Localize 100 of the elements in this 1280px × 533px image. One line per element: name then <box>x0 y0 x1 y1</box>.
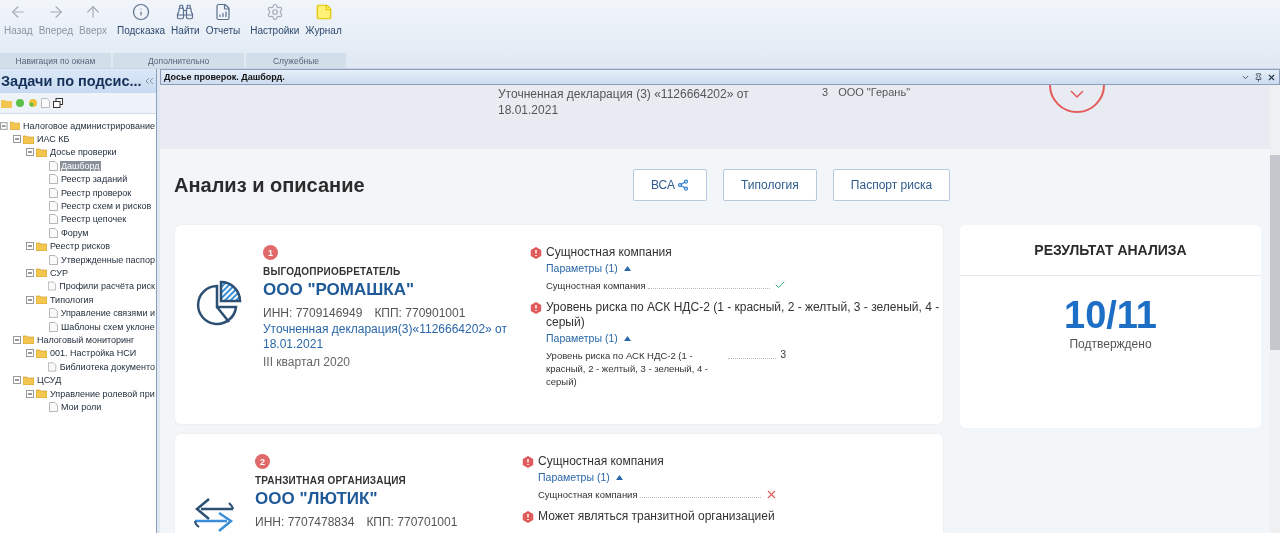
caret-icon <box>623 335 631 341</box>
close-icon[interactable] <box>1267 72 1276 82</box>
toolbar-group-label: Навигация по окнам <box>0 53 111 68</box>
tree-item[interactable]: Досье проверки <box>49 147 118 158</box>
declaration-link[interactable]: Уточненная декларация(3)«1126664202» от 18.01.2021 <box>263 322 530 352</box>
company-name: ООО "Герань" <box>838 86 911 98</box>
tree-item[interactable]: Типология <box>49 294 95 305</box>
criterion-title: Уровень риска по АСК НДС-2 (1 - красный, 2 - желтый, 3 - зеленый, 4 - серый) <box>546 300 940 330</box>
entity-role: ВЫГОДОПРИОБРЕТАТЕЛЬ <box>263 266 402 277</box>
folder-icon <box>23 375 34 385</box>
tree-item[interactable]: СУР <box>49 268 69 278</box>
caret-icon <box>623 265 631 271</box>
folder-icon <box>36 241 47 251</box>
kpp-text: КПП: 770701001 <box>366 515 458 529</box>
inn-text: ИНН: 7709146949 <box>263 306 363 320</box>
tree-item[interactable]: Шаблоны схем уклоне <box>60 321 156 332</box>
collapse-icon[interactable] <box>13 376 21 385</box>
folder-icon[interactable] <box>1 98 12 108</box>
page-icon <box>48 281 57 292</box>
tree-item[interactable]: Реестр заданий <box>60 174 129 185</box>
outline-button[interactable]: ВСА <box>633 169 707 201</box>
toolbar-button[interactable]: Журнал <box>303 0 344 53</box>
binoculars-icon <box>176 3 195 21</box>
folder-icon <box>23 335 34 345</box>
page-icon <box>49 160 58 171</box>
info-icon <box>132 3 150 21</box>
parameter-name: Сущностная компания <box>538 488 638 501</box>
toolbar-button[interactable]: Отчеты <box>203 0 243 53</box>
collapse-icon[interactable] <box>26 148 34 157</box>
page-icon <box>49 254 58 265</box>
tree-item[interactable]: Утвержденные паспор <box>60 254 156 265</box>
tree-item[interactable]: Форум <box>60 227 90 238</box>
toolbar-button[interactable]: Настройки <box>248 0 302 53</box>
collapse-icon[interactable] <box>26 349 34 358</box>
folder-icon <box>36 268 47 278</box>
result-title: РЕЗУЛЬТАТ АНАЛИЗА <box>960 225 1261 276</box>
tree-item[interactable]: Реестр рисков <box>49 241 112 252</box>
panel-title: Задачи по подсис... <box>1 73 142 89</box>
toolbar-button[interactable]: Найти <box>169 0 202 53</box>
collapse-icon[interactable] <box>26 389 34 398</box>
collapse-panel-icon[interactable] <box>146 78 153 84</box>
section-title: Анализ и описание <box>174 173 366 197</box>
tree-item[interactable]: Реестр схем и рисков <box>60 201 153 212</box>
cross-icon <box>765 488 778 501</box>
company-name[interactable]: ООО "РОМАШКА" <box>263 280 530 300</box>
folder-icon <box>9 121 21 131</box>
folder-icon <box>23 134 34 144</box>
tree-item[interactable]: 001. Настройка НСИ <box>49 348 138 359</box>
tree-item[interactable]: Налоговый мониторинг <box>36 334 136 345</box>
folder-icon <box>36 147 47 157</box>
page-icon <box>49 187 58 198</box>
collapse-icon[interactable] <box>26 269 34 277</box>
pin-icon[interactable] <box>1254 72 1263 82</box>
period-text: III квартал 2020 <box>263 355 351 369</box>
parameters-toggle[interactable]: Параметры (1) <box>546 260 631 276</box>
tree-item[interactable]: Реестр проверок <box>60 187 133 198</box>
warning-hexagon-icon <box>530 247 542 259</box>
result-value: 10/11 <box>1063 294 1158 337</box>
folder-icon <box>36 295 47 305</box>
toolbar-group-label: Дополнительно <box>112 53 245 68</box>
collapse-icon[interactable] <box>13 135 21 144</box>
collapse-icon[interactable] <box>0 121 8 130</box>
tree-item[interactable]: Управление связями и <box>59 308 156 319</box>
outline-button[interactable]: Паспорт риска <box>832 169 951 201</box>
collapse-icon[interactable] <box>13 335 21 344</box>
parameter-value: 3 <box>780 349 786 360</box>
tree-item[interactable]: Реестр цепочек <box>60 214 128 225</box>
scrollbar-thumb[interactable] <box>1270 155 1280 350</box>
collapse-icon[interactable] <box>26 242 34 251</box>
date-text: 18.01.2021 <box>498 102 560 118</box>
warning-hexagon-icon <box>530 302 542 314</box>
folder-icon <box>36 389 47 398</box>
windows-icon[interactable] <box>53 98 63 108</box>
collapse-icon[interactable] <box>26 295 34 304</box>
parameter-name: Уровень риска по АСК НДС-2 (1 - красный, 2 - желтый, 3 - зеленый, 4 - серый) <box>546 349 709 388</box>
page-icon <box>49 201 58 212</box>
outline-button[interactable]: Типология <box>723 169 817 201</box>
tree-item[interactable]: ИАС КБ <box>36 134 71 145</box>
tree-item[interactable]: Профили расчёта риск <box>58 281 156 292</box>
tree-item[interactable]: ЦСУД <box>36 375 63 386</box>
chevron-circle-icon[interactable] <box>1048 85 1106 113</box>
company-name[interactable]: ООО "ЛЮТИК" <box>255 489 522 509</box>
criterion-title: Сущностная компания <box>546 245 673 260</box>
parameters-toggle[interactable]: Параметры (1) <box>546 330 631 346</box>
parameters-toggle[interactable]: Параметры (1) <box>538 469 623 485</box>
declaration-text: Уточненная декларация (3) «1126664202» от <box>498 86 750 102</box>
page-icon <box>49 227 58 238</box>
page-icon <box>49 214 58 225</box>
page-icon <box>48 361 57 372</box>
tree-item[interactable]: Мои роли <box>60 401 103 412</box>
note-icon <box>314 3 333 21</box>
tree-item[interactable]: Библиотека документо <box>58 361 156 372</box>
tree-item[interactable]: Налоговое администрирование <box>22 120 156 131</box>
check-icon <box>774 279 786 291</box>
tree-item[interactable]: Управление ролевой при <box>49 388 156 399</box>
page-icon <box>49 321 58 332</box>
toolbar-group-label: Служебные <box>246 53 346 68</box>
number-badge: 2 <box>255 454 270 469</box>
row-number: 3 <box>822 86 829 98</box>
toolbar-button[interactable]: Подсказка <box>114 0 168 53</box>
